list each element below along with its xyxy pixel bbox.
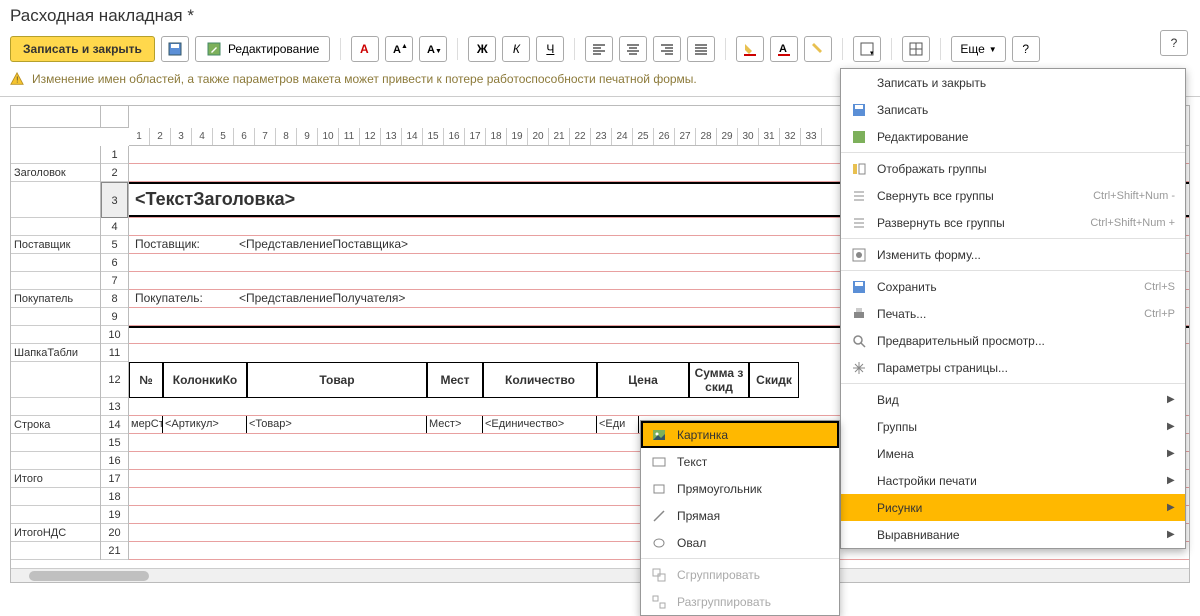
menu-change-form[interactable]: Изменить форму...: [841, 241, 1185, 268]
menu-save-close[interactable]: Записать и закрыть: [841, 69, 1185, 96]
submenu-text[interactable]: Текст: [641, 448, 839, 475]
corner-cell-2[interactable]: [101, 106, 129, 128]
row-numbers[interactable]: 1 2 3 4 5 6 7 8 9 10 11 12 13 14 15 16 1…: [101, 146, 129, 560]
cells-button[interactable]: [902, 36, 930, 62]
font-color-button[interactable]: A: [351, 36, 379, 62]
align-center-button[interactable]: [619, 36, 647, 62]
menu-show-groups[interactable]: Отображать группы: [841, 155, 1185, 182]
menu-save-as[interactable]: СохранитьCtrl+S: [841, 273, 1185, 300]
menu-groups[interactable]: Группы▶: [841, 413, 1185, 440]
bg-color-button[interactable]: [736, 36, 764, 62]
highlight-button[interactable]: [804, 36, 832, 62]
warning-icon: !: [10, 72, 24, 86]
pictures-submenu: Картинка Текст Прямоугольник Прямая Овал…: [640, 420, 840, 616]
svg-text:A: A: [360, 42, 369, 56]
menu-preview[interactable]: Предварительный просмотр...: [841, 327, 1185, 354]
menu-print[interactable]: Печать...Ctrl+P: [841, 300, 1185, 327]
menu-page-params[interactable]: Параметры страницы...: [841, 354, 1185, 381]
font-larger-button[interactable]: A▲: [385, 36, 413, 62]
corner-cell[interactable]: [11, 106, 101, 128]
svg-text:A: A: [393, 44, 401, 56]
italic-button[interactable]: К: [502, 36, 530, 62]
svg-text:▼: ▼: [435, 48, 441, 55]
help-float-button[interactable]: ?: [1160, 30, 1188, 56]
font-smaller-button[interactable]: A▼: [419, 36, 447, 62]
menu-collapse-all[interactable]: Свернуть все группыCtrl+Shift+Num -: [841, 182, 1185, 209]
page-title: Расходная накладная *: [10, 6, 194, 25]
menu-print-settings[interactable]: Настройки печати▶: [841, 467, 1185, 494]
menu-edit[interactable]: Редактирование: [841, 123, 1185, 150]
bold-button[interactable]: Ж: [468, 36, 496, 62]
more-dropdown: Записать и закрыть Записать Редактирован…: [840, 68, 1186, 549]
border-button[interactable]: ▾: [853, 36, 881, 62]
align-right-button[interactable]: [653, 36, 681, 62]
svg-text:▲: ▲: [401, 43, 407, 50]
submenu-line[interactable]: Прямая: [641, 502, 839, 529]
save-and-close-button[interactable]: Записать и закрыть: [10, 36, 155, 62]
help-button[interactable]: ?: [1012, 36, 1040, 62]
submenu-rect[interactable]: Прямоугольник: [641, 475, 839, 502]
svg-text:A: A: [427, 44, 435, 56]
svg-text:▾: ▾: [870, 50, 874, 57]
menu-save[interactable]: Записать: [841, 96, 1185, 123]
align-left-button[interactable]: [585, 36, 613, 62]
toolbar: Записать и закрыть Редактирование A A▲ A…: [0, 30, 1200, 68]
submenu-picture[interactable]: Картинка: [641, 421, 839, 448]
align-justify-button[interactable]: [687, 36, 715, 62]
region-column: Заголовок Поставщик Покупатель ШапкаТабл…: [11, 146, 101, 560]
menu-view[interactable]: Вид▶: [841, 386, 1185, 413]
save-button[interactable]: [161, 36, 189, 62]
text-color-button[interactable]: A: [770, 36, 798, 62]
submenu-oval[interactable]: Овал: [641, 529, 839, 556]
svg-text:!: !: [16, 76, 18, 85]
submenu-ungroup[interactable]: Разгруппировать: [641, 588, 839, 615]
more-button[interactable]: Еще▼: [951, 36, 1005, 62]
edit-button[interactable]: Редактирование: [195, 36, 330, 62]
svg-text:A: A: [779, 43, 787, 55]
menu-pictures[interactable]: Рисунки▶: [841, 494, 1185, 521]
horizontal-scrollbar[interactable]: [11, 568, 1189, 582]
menu-names[interactable]: Имена▶: [841, 440, 1185, 467]
underline-button[interactable]: Ч: [536, 36, 564, 62]
menu-align[interactable]: Выравнивание▶: [841, 521, 1185, 548]
menu-expand-all[interactable]: Развернуть все группыCtrl+Shift+Num +: [841, 209, 1185, 236]
submenu-group[interactable]: Сгруппировать: [641, 561, 839, 588]
